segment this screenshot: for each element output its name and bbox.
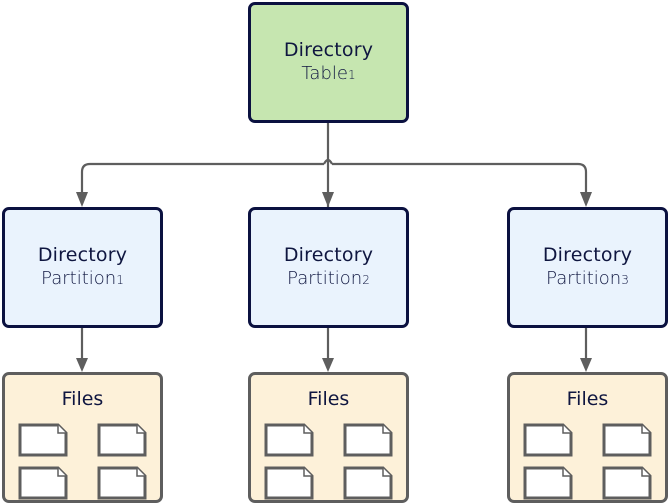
arrowhead-files-1 xyxy=(76,358,88,372)
file-icon xyxy=(343,423,393,457)
files-node-3[interactable]: Files xyxy=(507,372,668,503)
file-icon xyxy=(602,466,652,500)
directory-partition-node-3[interactable]: Directory Partition3 xyxy=(507,207,668,328)
files-node-1[interactable]: Files xyxy=(2,372,163,503)
node-subtitle: Partition2 xyxy=(287,268,370,289)
file-icon xyxy=(602,423,652,457)
node-title: Directory xyxy=(37,244,128,266)
file-icon xyxy=(523,423,573,457)
node-title: Directory xyxy=(283,39,374,61)
file-icon xyxy=(18,466,68,500)
arrowhead-files-2 xyxy=(322,358,334,372)
arrowhead-partition-1 xyxy=(76,192,88,207)
node-subtitle: Table1 xyxy=(301,63,356,84)
file-icon xyxy=(264,466,314,500)
connector-bus-left xyxy=(80,162,324,194)
directory-partition-node-2[interactable]: Directory Partition2 xyxy=(248,207,409,328)
file-icon xyxy=(97,423,147,457)
files-node-2[interactable]: Files xyxy=(248,372,409,503)
file-grid xyxy=(18,423,148,501)
files-title: Files xyxy=(307,388,350,410)
arrowhead-files-3 xyxy=(580,358,592,372)
files-title: Files xyxy=(61,388,104,410)
file-icon xyxy=(523,466,573,500)
file-icon xyxy=(264,423,314,457)
node-title: Directory xyxy=(283,244,374,266)
arrowhead-partition-3 xyxy=(580,192,592,207)
arrowhead-partition-2 xyxy=(322,192,334,207)
node-title: Directory xyxy=(542,244,633,266)
file-icon xyxy=(97,466,147,500)
connector-bus-right xyxy=(332,162,588,194)
files-title: Files xyxy=(566,388,609,410)
file-icon xyxy=(18,423,68,457)
file-grid xyxy=(523,423,653,501)
file-grid xyxy=(264,423,394,501)
node-subtitle: Partition3 xyxy=(546,268,629,289)
file-icon xyxy=(343,466,393,500)
node-subtitle: Partition1 xyxy=(41,268,124,289)
directory-table-node[interactable]: Directory Table1 xyxy=(248,2,409,123)
directory-partition-node-1[interactable]: Directory Partition1 xyxy=(2,207,163,328)
